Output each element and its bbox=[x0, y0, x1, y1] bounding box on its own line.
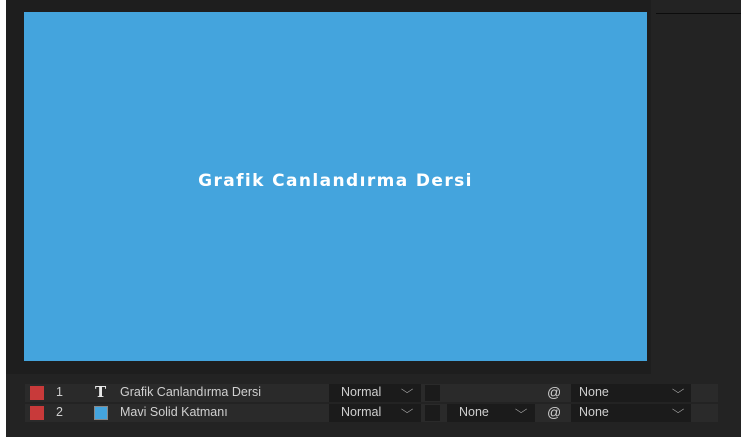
timeline-panel: 1 T Grafik Canlandırma Dersi Normal ⌵ @ … bbox=[6, 374, 741, 437]
chevron-down-icon: ⌵ bbox=[671, 404, 685, 416]
layer-row-1[interactable]: 1 T Grafik Canlandırma Dersi Normal ⌵ @ … bbox=[25, 383, 718, 402]
frame-border bbox=[0, 0, 6, 447]
after-effects-window: Grafik Canlandırma Dersi 1 T Grafik Canl… bbox=[0, 0, 741, 447]
layer-list: 1 T Grafik Canlandırma Dersi Normal ⌵ @ … bbox=[25, 383, 718, 429]
blend-mode-dropdown[interactable]: Normal ⌵ bbox=[329, 404, 421, 422]
chevron-down-icon: ⌵ bbox=[400, 384, 414, 396]
composition-canvas[interactable]: Grafik Canlandırma Dersi bbox=[24, 12, 647, 361]
solid-layer-icon bbox=[94, 406, 108, 420]
chevron-down-icon: ⌵ bbox=[671, 384, 685, 396]
track-matte-empty bbox=[447, 384, 535, 402]
track-matte-value: None bbox=[459, 405, 489, 419]
preserve-transparency-toggle[interactable] bbox=[425, 385, 440, 401]
composition-title-text[interactable]: Grafik Canlandırma Dersi bbox=[198, 171, 473, 191]
pickwhip-spiral-icon[interactable]: @ bbox=[547, 404, 561, 420]
layer-number: 2 bbox=[56, 405, 63, 419]
blend-mode-value: Normal bbox=[341, 405, 382, 419]
chevron-down-icon: ⌵ bbox=[514, 404, 528, 416]
track-matte-dropdown[interactable]: None ⌵ bbox=[447, 404, 535, 422]
pickwhip-spiral-icon[interactable]: @ bbox=[547, 384, 561, 400]
text-layer-icon: T bbox=[95, 383, 107, 401]
chevron-down-icon: ⌵ bbox=[400, 404, 414, 416]
label-color-swatch[interactable] bbox=[30, 386, 44, 400]
blend-mode-dropdown[interactable]: Normal ⌵ bbox=[329, 384, 421, 402]
right-panel bbox=[651, 0, 741, 437]
preserve-transparency-toggle[interactable] bbox=[425, 405, 440, 421]
layer-row-2[interactable]: 2 Mavi Solid Katmanı Normal ⌵ None ⌵ @ N… bbox=[25, 404, 718, 422]
layer-number: 1 bbox=[56, 385, 63, 399]
parent-dropdown[interactable]: None ⌵ bbox=[571, 404, 691, 422]
blend-mode-value: Normal bbox=[341, 385, 382, 399]
frame-border bbox=[0, 437, 741, 447]
parent-value: None bbox=[579, 385, 609, 399]
panel-divider bbox=[656, 13, 741, 14]
label-color-swatch[interactable] bbox=[30, 406, 44, 420]
layer-name[interactable]: Mavi Solid Katmanı bbox=[120, 405, 228, 419]
parent-dropdown[interactable]: None ⌵ bbox=[571, 384, 691, 402]
layer-name[interactable]: Grafik Canlandırma Dersi bbox=[120, 385, 261, 399]
composition-viewer: Grafik Canlandırma Dersi bbox=[6, 0, 651, 374]
parent-value: None bbox=[579, 405, 609, 419]
